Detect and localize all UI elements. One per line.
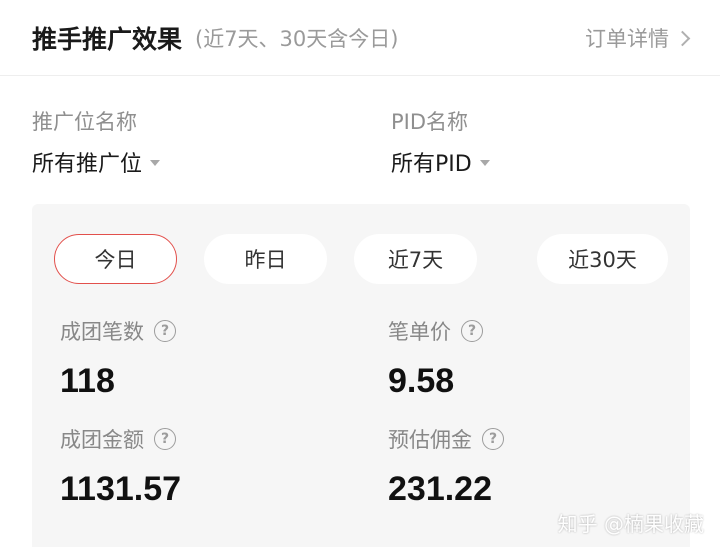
stat-group-orders: 成团笔数 ? 118 bbox=[60, 316, 176, 401]
caret-down-icon bbox=[150, 160, 161, 166]
watermark: 知乎 @楠果收藏 bbox=[557, 512, 704, 536]
slot-filter-dropdown[interactable]: 所有推广位 bbox=[32, 146, 161, 178]
tab-today[interactable]: 今日 bbox=[54, 234, 177, 284]
help-icon[interactable]: ? bbox=[461, 320, 483, 342]
stat-unit-price-value: 9.58 bbox=[388, 362, 455, 400]
pid-filter-label: PID名称 bbox=[391, 110, 469, 134]
help-icon[interactable]: ? bbox=[482, 428, 504, 450]
caret-down-icon bbox=[479, 160, 490, 166]
stat-group-orders-label: 成团笔数 bbox=[60, 320, 144, 344]
slot-filter-value: 所有推广位 bbox=[32, 152, 143, 177]
pid-filter: PID名称 所有PID bbox=[391, 106, 490, 178]
stat-est-commission-value: 231.22 bbox=[388, 470, 492, 508]
header-bar: 推手推广效果 (近7天、30天含今日) 订单详情 bbox=[0, 0, 720, 76]
stat-group-amount-label: 成团金额 bbox=[60, 428, 144, 452]
promotion-effect-page: 推手推广效果 (近7天、30天含今日) 订单详情 推广位名称 所有推广位 PID… bbox=[0, 0, 720, 547]
stats-panel: 今日 昨日 近7天 近30天 成团笔数 ? 118 笔单价 ? 9.58 成团金… bbox=[32, 204, 690, 547]
chevron-right-icon bbox=[674, 30, 691, 46]
help-icon[interactable]: ? bbox=[154, 428, 176, 450]
stat-unit-price-label: 笔单价 bbox=[388, 320, 451, 344]
slot-filter: 推广位名称 所有推广位 bbox=[32, 106, 161, 178]
page-title: 推手推广效果 bbox=[32, 25, 183, 54]
stat-est-commission-label: 预估佣金 bbox=[388, 428, 472, 452]
pid-filter-value: 所有PID bbox=[391, 152, 472, 177]
stat-group-orders-value: 118 bbox=[60, 362, 115, 400]
page-subtitle: (近7天、30天含今日) bbox=[195, 27, 399, 51]
slot-filter-label: 推广位名称 bbox=[32, 110, 137, 134]
tab-last-30-days[interactable]: 近30天 bbox=[537, 234, 668, 284]
pid-filter-dropdown[interactable]: 所有PID bbox=[391, 146, 490, 178]
tab-yesterday[interactable]: 昨日 bbox=[204, 234, 327, 284]
stat-group-amount-value: 1131.57 bbox=[60, 470, 182, 508]
date-range-tabs: 今日 昨日 近7天 近30天 bbox=[54, 234, 668, 284]
stat-est-commission: 预估佣金 ? 231.22 bbox=[388, 424, 504, 509]
order-details-label: 订单详情 bbox=[585, 27, 669, 51]
help-icon[interactable]: ? bbox=[154, 320, 176, 342]
order-details-link[interactable]: 订单详情 bbox=[585, 23, 691, 53]
stat-group-amount: 成团金额 ? 1131.57 bbox=[60, 424, 181, 509]
stat-unit-price: 笔单价 ? 9.58 bbox=[388, 316, 483, 401]
tab-last-7-days[interactable]: 近7天 bbox=[354, 234, 477, 284]
